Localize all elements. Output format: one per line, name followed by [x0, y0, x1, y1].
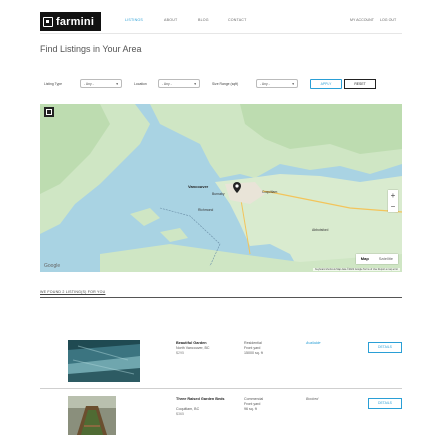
- results-divider: [40, 297, 402, 298]
- chevron-down-icon: ▾: [116, 82, 118, 86]
- map-label-vancouver: Vancouver: [188, 184, 209, 189]
- listing-thumbnail[interactable]: [68, 396, 116, 435]
- nav-listings[interactable]: LISTINGS: [125, 18, 143, 22]
- listing-type-label: Listing Type: [44, 82, 63, 86]
- reset-button[interactable]: RESET: [344, 79, 376, 89]
- filter-bar: Listing Type - Any - ▾ Location - Any - …: [42, 79, 402, 91]
- size-range-label: Size Range (sqft): [212, 82, 239, 86]
- listing-photo: [68, 340, 140, 382]
- site-header: farmini LISTINGS ABOUT BLOG CONTACT MY A…: [40, 12, 402, 34]
- apply-button[interactable]: APPLY: [310, 79, 342, 89]
- nav-blog[interactable]: BLOG: [198, 18, 209, 22]
- zoom-control: + −: [388, 190, 398, 212]
- location-value: - Any -: [162, 82, 172, 86]
- logo-icon: [43, 16, 53, 27]
- map-label-burnaby: Burnaby: [212, 192, 225, 196]
- map-view-button[interactable]: Map: [356, 254, 374, 264]
- listing-size: 96 sq. ft: [244, 407, 257, 411]
- listing-name[interactable]: Three Raised Garden Beds: [176, 397, 236, 402]
- map-attribution[interactable]: Keyboard shortcuts Map data ©2022 Google…: [313, 268, 400, 271]
- chevron-down-icon: ▾: [194, 82, 196, 86]
- results-summary: WE FOUND 2 LISTING(S) FOR YOU: [40, 290, 106, 294]
- zoom-out-icon[interactable]: −: [388, 201, 398, 212]
- map-label-coquitlam: Coquitlam: [262, 190, 278, 194]
- listing-photo: [68, 396, 116, 435]
- map-label-abbotsford: Abbotsford: [312, 228, 329, 232]
- logo[interactable]: farmini: [40, 12, 101, 31]
- listing-item: Three Raised Garden Beds Coquitlam, BC $…: [40, 396, 402, 435]
- page-title: Find Listings in Your Area: [40, 44, 142, 54]
- zoom-in-icon[interactable]: +: [388, 190, 398, 201]
- nav-about[interactable]: ABOUT: [164, 18, 177, 22]
- listing-status: Booked: [306, 397, 319, 401]
- listing-type-value: - Any -: [84, 82, 94, 86]
- fullscreen-icon[interactable]: [44, 107, 54, 117]
- listing-thumbnail[interactable]: [68, 340, 140, 382]
- location-label: Location: [134, 82, 147, 86]
- logo-text: farmini: [56, 15, 95, 28]
- details-button[interactable]: DETAILS: [368, 398, 402, 409]
- google-logo: Google: [44, 263, 61, 269]
- nav-contact[interactable]: CONTACT: [228, 18, 247, 22]
- listing-price: $295: [176, 351, 184, 355]
- map[interactable]: Vancouver Burnaby Coquitlam Abbotsford R…: [40, 104, 402, 272]
- listing-item: Beautiful Garden North Vancouver, BC $29…: [40, 340, 402, 384]
- listing-size: 15000 sq. ft: [244, 351, 263, 355]
- map-type-toggle: Map Satellite: [355, 254, 398, 264]
- details-button[interactable]: DETAILS: [368, 342, 402, 353]
- nav-logout[interactable]: LOG OUT: [380, 18, 396, 22]
- listing-price: $365: [176, 412, 184, 416]
- size-range-select[interactable]: - Any - ▾: [256, 79, 298, 88]
- listing-status: Available: [306, 341, 321, 345]
- size-range-value: - Any -: [260, 82, 270, 86]
- map-terrain: [40, 104, 402, 272]
- satellite-view-button[interactable]: Satellite: [374, 254, 398, 264]
- listing-type-select[interactable]: - Any - ▾: [80, 79, 122, 88]
- map-label-richmond: Richmond: [198, 208, 214, 212]
- nav-my-account[interactable]: MY ACCOUNT: [350, 18, 374, 22]
- location-select[interactable]: - Any - ▾: [158, 79, 200, 88]
- row-divider: [40, 388, 402, 389]
- chevron-down-icon: ▾: [292, 82, 294, 86]
